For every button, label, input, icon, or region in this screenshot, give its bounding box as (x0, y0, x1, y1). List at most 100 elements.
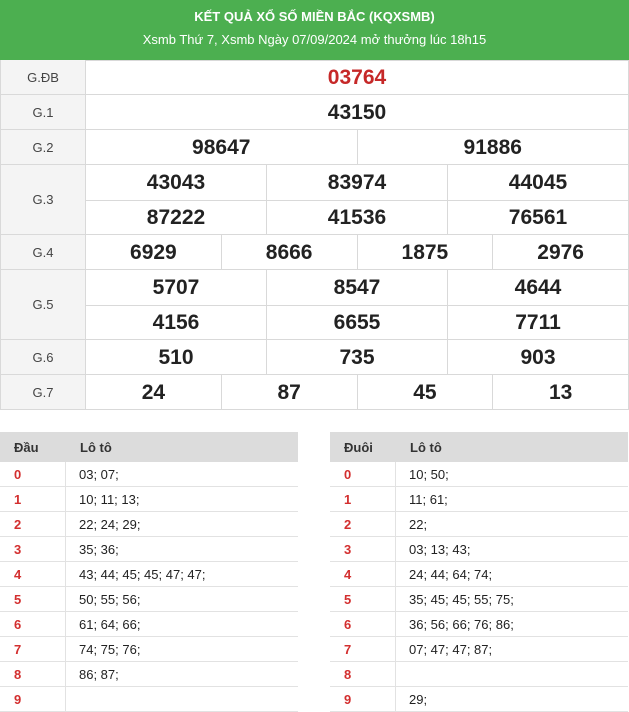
prize-number: 903 (448, 340, 629, 375)
results-header: KẾT QUẢ XỔ SỐ MIỀN BẮC (KQXSMB) Xsmb Thứ… (0, 0, 629, 60)
loto-values: 29; (409, 692, 428, 707)
prize-number: 24 (86, 375, 222, 410)
loto-key: 8 (344, 667, 352, 682)
prize-number: 83974 (267, 165, 448, 200)
loto-row: 7 07; 47; 47; 87; (330, 637, 628, 662)
prize-number: 43150 (86, 95, 629, 130)
row-divider (86, 305, 629, 306)
prize-label: G.3 (0, 165, 86, 234)
loto-key: 6 (14, 617, 22, 632)
prize-number: 735 (267, 340, 448, 375)
prize-label: G.ĐB (0, 60, 86, 94)
prize-row: G.3 43043 83974 44045 87222 41536 76561 (0, 165, 629, 235)
prize-number: 4156 (86, 305, 267, 340)
loto-values: 74; 75; 76; (79, 642, 141, 657)
prize-number: 87 (222, 375, 358, 410)
loto-key: 7 (344, 642, 352, 657)
loto-values: 22; 24; 29; (79, 517, 141, 532)
loto-key: 1 (344, 492, 352, 507)
prize-number: 41536 (267, 200, 448, 235)
loto-values: 43; 44; 45; 45; 47; 47; (79, 567, 206, 582)
prize-number: 8547 (267, 270, 448, 305)
loto-values: 10; 50; (409, 467, 449, 482)
prize-number: 6929 (86, 235, 222, 270)
loto-values: 36; 56; 66; 76; 86; (409, 617, 514, 632)
loto-values: 86; 87; (79, 667, 119, 682)
prize-label: G.4 (0, 235, 86, 269)
loto-key: 1 (14, 492, 22, 507)
loto-row: 5 50; 55; 56; (0, 587, 298, 612)
prize-number: 13 (493, 375, 629, 410)
loto-key: 5 (344, 592, 352, 607)
loto-values: 11; 61; (409, 492, 448, 507)
loto-row: 0 10; 50; (330, 462, 628, 487)
loto-key: 9 (344, 692, 352, 707)
loto-key: 4 (344, 567, 352, 582)
page-title: KẾT QUẢ XỔ SỐ MIỀN BẮC (KQXSMB) (194, 9, 435, 24)
loto-values: 61; 64; 66; (79, 617, 141, 632)
loto-key: 5 (14, 592, 22, 607)
loto-key: 9 (14, 692, 22, 707)
loto-values: 35; 45; 45; 55; 75; (409, 592, 514, 607)
loto-key: 0 (344, 467, 352, 482)
prize-number: 6655 (267, 305, 448, 340)
prize-number: 5707 (86, 270, 267, 305)
loto-row: 4 24; 44; 64; 74; (330, 562, 628, 587)
prize-label: G.2 (0, 130, 86, 164)
loto-key: 6 (344, 617, 352, 632)
prize-number: 4644 (448, 270, 629, 305)
loto-tail-table: Đuôi Lô tô 0 10; 50; 1 11; 61; 2 22; 3 03; 13; 43… (330, 432, 628, 712)
loto-values: 07; 47; 47; 87; (409, 642, 493, 657)
loto-key: 3 (14, 542, 22, 557)
loto-key: 2 (14, 517, 22, 532)
loto-row: 8 (330, 662, 628, 687)
special-prize-number: 03764 (86, 60, 629, 95)
prize-number: 98647 (86, 130, 358, 165)
loto-values: 03; 07; (79, 467, 119, 482)
prize-row: G.ĐB 03764 (0, 60, 629, 95)
loto-row: 9 (0, 687, 298, 712)
prize-number: 45 (358, 375, 494, 410)
prize-label: G.7 (0, 375, 86, 409)
loto-row: 6 61; 64; 66; (0, 612, 298, 637)
prize-row: G.5 5707 8547 4644 4156 6655 7711 (0, 270, 629, 340)
loto-key: 0 (14, 467, 22, 482)
loto-key: 7 (14, 642, 22, 657)
prize-number: 2976 (493, 235, 629, 270)
loto-row: 1 10; 11; 13; (0, 487, 298, 512)
prize-number: 87222 (86, 200, 267, 235)
prize-label: G.1 (0, 95, 86, 129)
prize-row: G.1 43150 (0, 95, 629, 130)
loto-row: 2 22; (330, 512, 628, 537)
row-divider (86, 200, 629, 201)
loto-values: 22; (409, 517, 428, 532)
loto-row: 9 29; (330, 687, 628, 712)
loto-values: 35; 36; (79, 542, 119, 557)
loto-key: 4 (14, 567, 22, 582)
loto-head-table: Đầu Lô tô 0 03; 07; 1 10; 11; 13; 2 22; 24; 29;… (0, 432, 298, 712)
loto-row: 7 74; 75; 76; (0, 637, 298, 662)
results-table: G.ĐB 03764 G.1 43150 G.2 98647 91886 G.3 43043 83… (0, 60, 629, 411)
loto-row: 3 03; 13; 43; (330, 537, 628, 562)
prize-number: 91886 (358, 130, 629, 165)
loto-values: 10; 11; 13; (79, 492, 140, 507)
draw-date-subtitle: Xsmb Thứ 7, Xsmb Ngày 07/09/2024 mở thưở… (142, 32, 487, 47)
prize-number: 7711 (448, 305, 629, 340)
loto-row: 5 35; 45; 45; 55; 75; (330, 587, 628, 612)
loto-key-heading: Đầu (14, 439, 39, 455)
loto-header-row: Đầu Lô tô (0, 432, 298, 462)
table-top-border (86, 60, 629, 61)
loto-key-heading: Đuôi (344, 439, 373, 455)
prize-number: 76561 (448, 200, 629, 235)
loto-values-heading: Lô tô (80, 439, 112, 455)
loto-header-row: Đuôi Lô tô (330, 432, 628, 462)
loto-row: 6 36; 56; 66; 76; 86; (330, 612, 628, 637)
loto-row: 3 35; 36; (0, 537, 298, 562)
loto-values: 03; 13; 43; (409, 542, 471, 557)
loto-values-heading: Lô tô (410, 439, 442, 455)
loto-row: 8 86; 87; (0, 662, 298, 687)
loto-row: 0 03; 07; (0, 462, 298, 487)
loto-row: 2 22; 24; 29; (0, 512, 298, 537)
loto-values: 50; 55; 56; (79, 592, 141, 607)
loto-values: 24; 44; 64; 74; (409, 567, 493, 582)
